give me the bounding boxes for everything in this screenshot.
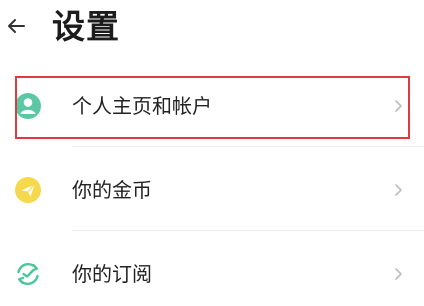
- settings-item-subscriptions[interactable]: 你的订阅: [0, 242, 424, 306]
- settings-item-label: 个人主页和帐户: [72, 94, 212, 118]
- settings-item-label: 你的订阅: [72, 262, 152, 286]
- settings-item-label: 你的金币: [72, 178, 152, 202]
- user-circle-icon: [15, 93, 41, 119]
- subscription-refresh-icon: [17, 262, 39, 286]
- divider: [72, 230, 424, 231]
- coin-paper-plane-icon: [15, 177, 41, 203]
- divider: [72, 146, 424, 147]
- arrow-left-icon: [8, 19, 25, 33]
- chevron-right-icon: [395, 268, 402, 280]
- chevron-right-icon: [395, 184, 402, 196]
- settings-item-profile-account[interactable]: 个人主页和帐户: [0, 74, 424, 138]
- back-button[interactable]: [2, 12, 30, 40]
- page-title: 设置: [52, 7, 120, 46]
- chevron-right-icon: [395, 100, 402, 112]
- settings-item-coins[interactable]: 你的金币: [0, 158, 424, 222]
